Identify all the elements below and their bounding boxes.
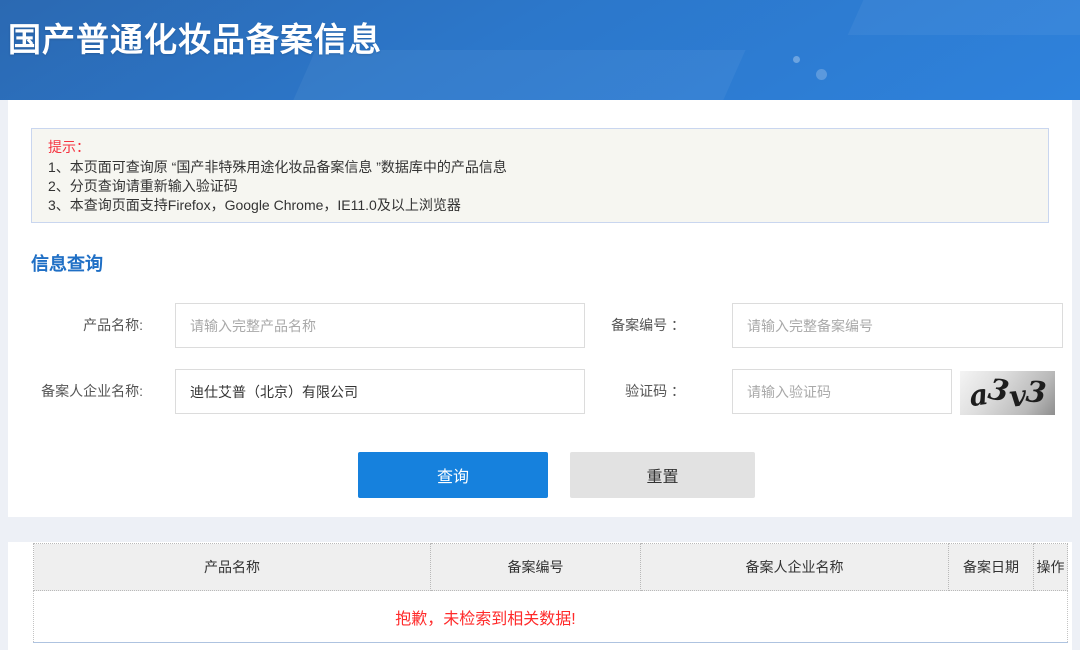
column-header-filing-date: 备案日期 <box>949 544 1034 591</box>
tips-notice-box: 提示： 1、本页面可查询原 “国产非特殊用途化妆品备案信息 ”数据库中的产品信息… <box>31 128 1049 223</box>
company-name-label: 备案人企业名称: <box>8 369 143 414</box>
tips-item-1: 1、本页面可查询原 “国产非特殊用途化妆品备案信息 ”数据库中的产品信息 <box>48 158 1032 177</box>
results-header-row: 产品名称 备案编号 备案人企业名称 备案日期 操作 <box>34 544 1068 591</box>
page-header-banner: 国产普通化妆品备案信息 <box>0 0 1080 100</box>
results-panel: 产品名称 备案编号 备案人企业名称 备案日期 操作 抱歉，未检索到相关数据! <box>8 542 1072 650</box>
filing-number-input[interactable] <box>732 303 1063 348</box>
captcha-input[interactable] <box>732 369 952 414</box>
product-name-input[interactable] <box>175 303 585 348</box>
tips-label: 提示： <box>48 138 1032 157</box>
empty-result-row: 抱歉，未检索到相关数据! <box>34 591 1068 643</box>
reset-button[interactable]: 重置 <box>570 452 755 498</box>
company-name-input[interactable] <box>175 369 585 414</box>
captcha-char: 3 <box>1025 377 1048 408</box>
banner-decoration-dot <box>793 56 800 63</box>
captcha-label: 验证码 ： <box>552 369 685 414</box>
captcha-char: 3 <box>986 374 1011 406</box>
query-button[interactable]: 查询 <box>358 452 548 498</box>
captcha-image[interactable]: a 3 v 3 <box>960 371 1055 415</box>
banner-decoration-band <box>848 0 1080 35</box>
column-header-filing-number: 备案编号 <box>431 544 641 591</box>
filing-number-label: 备案编号 ： <box>552 303 685 348</box>
query-panel: 提示： 1、本页面可查询原 “国产非特殊用途化妆品备案信息 ”数据库中的产品信息… <box>8 100 1072 517</box>
tips-item-3: 3、本查询页面支持Firefox，Google Chrome，IE11.0及以上… <box>48 196 1032 215</box>
no-data-message: 抱歉，未检索到相关数据! <box>34 591 1068 643</box>
results-table: 产品名称 备案编号 备案人企业名称 备案日期 操作 抱歉，未检索到相关数据! <box>33 543 1068 643</box>
page-title: 国产普通化妆品备案信息 <box>8 13 382 61</box>
query-section-title: 信息查询 <box>31 250 103 276</box>
column-header-product-name: 产品名称 <box>34 544 431 591</box>
column-header-action: 操作 <box>1034 544 1068 591</box>
product-name-label: 产品名称: <box>8 303 143 348</box>
banner-decoration-dot <box>816 69 827 80</box>
tips-item-2: 2、分页查询请重新输入验证码 <box>48 177 1032 196</box>
column-header-company-name: 备案人企业名称 <box>641 544 949 591</box>
